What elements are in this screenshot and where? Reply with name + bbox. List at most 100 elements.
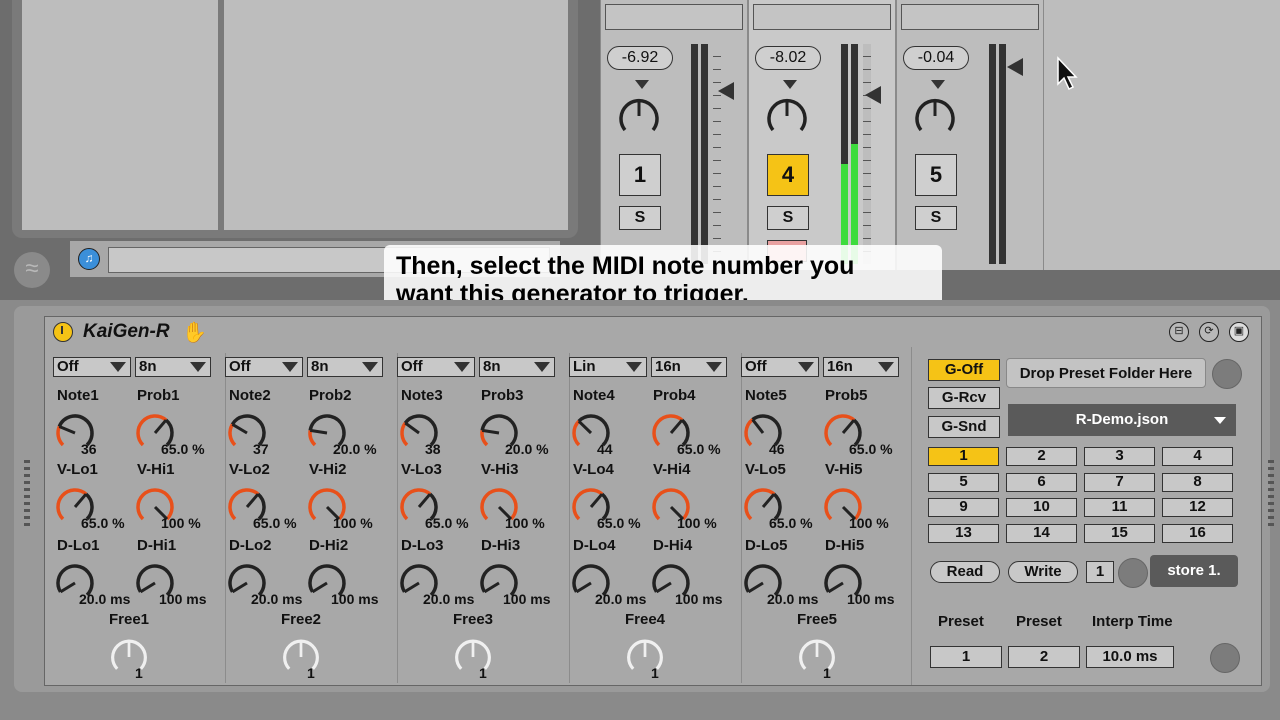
hot-swap-icon[interactable]: ⊟ — [1169, 322, 1189, 342]
v-hi-value: 100 % — [849, 515, 889, 531]
interp-led — [1210, 643, 1240, 673]
preset-slot-1[interactable]: 1 — [928, 447, 999, 466]
rate-select[interactable]: 16n — [651, 357, 727, 377]
preset-slot-13[interactable]: 13 — [928, 523, 999, 543]
mode-value: Off — [745, 358, 767, 375]
d-hi-label: D-Hi5 — [825, 537, 865, 554]
free-value: 1 — [307, 665, 315, 681]
mouse-cursor-icon — [1057, 56, 1078, 91]
chevron-down-icon — [454, 362, 470, 372]
generator-column-5: Off 16n Note5 Prob5 46 65.0 % V-Lo5 V-Hi5 65.0 %… — [741, 353, 913, 683]
preset-slot-6[interactable]: 6 — [1006, 472, 1077, 492]
preset-slot-2[interactable]: 2 — [1006, 447, 1077, 466]
session-view — [12, 0, 578, 238]
preset-file-menu[interactable]: R-Demo.json — [1008, 404, 1236, 436]
rate-select[interactable]: 8n — [307, 357, 383, 377]
interp-time-field[interactable]: 10.0 ms — [1086, 646, 1174, 668]
preset-slot-12[interactable]: 12 — [1162, 498, 1233, 517]
track-header[interactable] — [901, 4, 1039, 30]
preset-slot-11[interactable]: 11 — [1084, 498, 1155, 517]
preset-slot-16[interactable]: 16 — [1162, 523, 1233, 543]
mode-select[interactable]: Off — [225, 357, 303, 377]
solo-button[interactable]: S — [767, 206, 809, 230]
preset-slot-8[interactable]: 8 — [1162, 472, 1233, 492]
pan-knob[interactable] — [913, 94, 957, 138]
store-number-box[interactable]: 1 — [1086, 561, 1114, 583]
volume-fader-handle[interactable] — [865, 86, 881, 104]
preset-slot-9[interactable]: 9 — [928, 498, 999, 517]
free-knob[interactable] — [453, 637, 493, 677]
free-value: 1 — [135, 665, 143, 681]
power-icon[interactable] — [53, 322, 73, 342]
refresh-icon[interactable]: ⟳ — [1199, 322, 1219, 342]
d-lo-label: D-Lo3 — [401, 537, 444, 554]
preset-slot-3[interactable]: 3 — [1084, 447, 1155, 466]
meter-scale — [713, 44, 721, 264]
note-value: 38 — [425, 441, 441, 457]
free-knob[interactable] — [625, 637, 665, 677]
v-hi-value: 100 % — [677, 515, 717, 531]
track-activator[interactable]: 5 — [915, 154, 957, 196]
mode-select[interactable]: Off — [741, 357, 819, 377]
clip-slot[interactable] — [22, 0, 218, 230]
pan-knob[interactable] — [617, 94, 661, 138]
d-hi-value: 100 ms — [159, 591, 207, 607]
volume-fader-handle[interactable] — [1007, 58, 1023, 76]
prob-value: 65.0 % — [677, 441, 721, 457]
grip-handle[interactable] — [24, 460, 30, 530]
free-value: 1 — [479, 665, 487, 681]
g-snd-button[interactable]: G-Snd — [928, 416, 1000, 438]
track-activator[interactable]: 1 — [619, 154, 661, 196]
preset-slot-14[interactable]: 14 — [1006, 523, 1077, 543]
rate-value: 16n — [655, 358, 681, 375]
free-knob[interactable] — [797, 637, 837, 677]
mode-value: Lin — [573, 358, 596, 375]
d-hi-value: 100 ms — [503, 591, 551, 607]
track-header[interactable] — [753, 4, 891, 30]
volume-display[interactable]: -6.92 — [607, 46, 673, 70]
solo-button[interactable]: S — [619, 206, 661, 230]
mode-select[interactable]: Off — [53, 357, 131, 377]
solo-button[interactable]: S — [915, 206, 957, 230]
rate-select[interactable]: 8n — [135, 357, 211, 377]
pan-knob[interactable] — [765, 94, 809, 138]
v-lo-value: 65.0 % — [81, 515, 125, 531]
g-off-button[interactable]: G-Off — [928, 359, 1000, 381]
rate-select[interactable]: 16n — [823, 357, 899, 377]
store-button[interactable]: store 1. — [1150, 555, 1238, 587]
mode-select[interactable]: Lin — [569, 357, 647, 377]
v-lo-label: V-Lo2 — [229, 461, 270, 478]
track-activator[interactable]: 4 — [767, 154, 809, 196]
save-icon[interactable]: ▣ — [1229, 322, 1249, 342]
preset-slot-7[interactable]: 7 — [1084, 472, 1155, 492]
headphone-icon[interactable]: ♫ — [78, 248, 100, 270]
mixer-strip-1: -6.92 1 S — [600, 0, 748, 270]
rate-select[interactable]: 8n — [479, 357, 555, 377]
chevron-down-icon — [534, 362, 550, 372]
preset-slot-10[interactable]: 10 — [1006, 498, 1077, 517]
preset-slot-15[interactable]: 15 — [1084, 523, 1155, 543]
volume-display[interactable]: -0.04 — [903, 46, 969, 70]
v-hi-label: V-Hi1 — [137, 461, 175, 478]
g-rcv-button[interactable]: G-Rcv — [928, 387, 1000, 409]
free-label: Free1 — [109, 611, 150, 628]
clip-slot[interactable] — [224, 0, 568, 230]
track-header[interactable] — [605, 4, 743, 30]
v-lo-value: 65.0 % — [253, 515, 297, 531]
preset-slot-4[interactable]: 4 — [1162, 447, 1233, 466]
preset-a-field[interactable]: 1 — [930, 646, 1002, 668]
mode-select[interactable]: Off — [397, 357, 475, 377]
free-knob[interactable] — [281, 637, 321, 677]
prob-label: Prob4 — [653, 387, 696, 404]
hand-icon[interactable]: ✋ — [182, 320, 207, 345]
volume-fader-handle[interactable] — [718, 82, 734, 100]
grip-handle[interactable] — [1268, 460, 1274, 530]
preset-slot-5[interactable]: 5 — [928, 472, 999, 492]
drop-preset-folder[interactable]: Drop Preset Folder Here — [1006, 358, 1206, 388]
preset-b-field[interactable]: 2 — [1008, 646, 1080, 668]
read-button[interactable]: Read — [930, 561, 1000, 583]
volume-display[interactable]: -8.02 — [755, 46, 821, 70]
write-button[interactable]: Write — [1008, 561, 1078, 583]
free-knob[interactable] — [109, 637, 149, 677]
wave-icon[interactable]: ≈ — [14, 252, 50, 288]
